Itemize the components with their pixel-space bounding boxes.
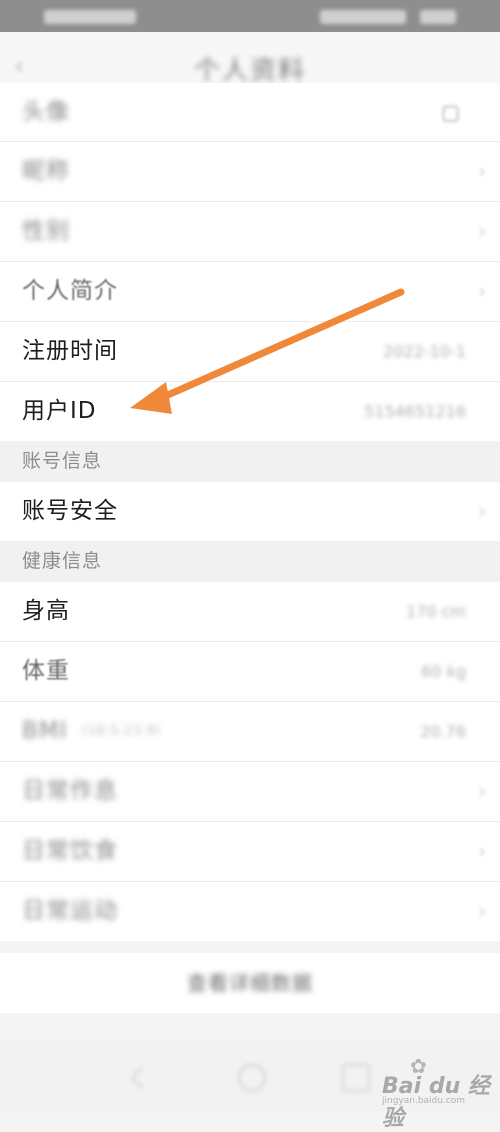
row-label: 用户ID	[22, 398, 97, 424]
row-label: 头像	[22, 99, 70, 125]
list-item-exercise[interactable]: 日常运动 ›	[0, 882, 500, 941]
list-item-bmi: BMI (18.5-23.9) 20.76	[0, 702, 500, 762]
chevron-right-icon: ›	[478, 159, 486, 183]
status-bar	[0, 0, 500, 32]
row-label: 身高	[22, 598, 70, 624]
section-title: 账号信息	[22, 450, 103, 472]
view-details-button[interactable]: 查看详细数据	[0, 953, 500, 1013]
row-label: 日常运动	[22, 898, 118, 924]
row-label: 昵称	[22, 158, 70, 184]
list-item-routine[interactable]: 日常作息 ›	[0, 762, 500, 822]
height-value: 170 cm	[405, 602, 466, 621]
user-id-value: 5154651216	[364, 402, 466, 421]
row-label: 注册时间	[22, 338, 118, 364]
list-item-diet[interactable]: 日常饮食 ›	[0, 822, 500, 882]
row-label: 账号安全	[22, 498, 118, 524]
row-label: BMI	[22, 718, 68, 744]
bmi-range-note: (18.5-23.9)	[82, 723, 161, 739]
row-label: 个人简介	[22, 278, 118, 304]
list-item-account-security[interactable]: 账号安全 ›	[0, 482, 500, 541]
battery-blur	[420, 10, 456, 24]
chevron-right-icon: ▢	[441, 100, 460, 124]
list-item-avatar[interactable]: 头像 ▢	[0, 83, 500, 142]
nav-home-icon[interactable]	[238, 1064, 266, 1092]
status-right-blur	[320, 10, 406, 24]
bmi-value: 20.76	[420, 722, 466, 741]
view-details-label: 查看详细数据	[187, 971, 313, 995]
list-item-intro[interactable]: 个人简介 ›	[0, 262, 500, 322]
chevron-right-icon: ›	[478, 499, 486, 523]
row-label: 体重	[22, 658, 70, 684]
watermark-url: jingyan.baidu.com	[382, 1096, 466, 1106]
chevron-right-icon: ›	[478, 279, 486, 303]
list-item-height[interactable]: 身高 170 cm	[0, 582, 500, 642]
page-title: 个人资料	[193, 56, 306, 86]
list-item-gender[interactable]: 性别 ›	[0, 202, 500, 262]
list-item-weight[interactable]: 体重 60 kg	[0, 642, 500, 702]
section-health-info: 健康信息	[0, 541, 500, 582]
section-title: 健康信息	[22, 550, 103, 572]
nav-back-icon[interactable]	[130, 1066, 154, 1090]
section-account-info: 账号信息	[0, 441, 500, 482]
status-left-blur	[44, 10, 136, 24]
row-label: 性别	[22, 218, 70, 244]
chevron-right-icon: ›	[478, 779, 486, 803]
row-label: 日常作息	[22, 778, 118, 804]
list-item-nickname[interactable]: 昵称 ›	[0, 142, 500, 202]
chevron-right-icon: ›	[478, 899, 486, 923]
register-time-value: 2022-10-1	[383, 342, 466, 361]
list-item-register-time: 注册时间 2022-10-1	[0, 322, 500, 382]
baidu-jingyan-watermark: ✿ Bai du 经验 jingyan.baidu.com	[382, 1054, 494, 1131]
chevron-right-icon: ›	[478, 219, 486, 243]
list-item-user-id: 用户ID 5154651216	[0, 382, 500, 441]
profile-list: 头像 ▢ 昵称 › 性别 › 个人简介 › 注册时间 2022-10-1 用户I…	[0, 83, 500, 941]
chevron-right-icon: ›	[478, 839, 486, 863]
row-label: 日常饮食	[22, 838, 118, 864]
nav-recent-icon[interactable]	[342, 1064, 370, 1092]
weight-value: 60 kg	[421, 662, 466, 681]
